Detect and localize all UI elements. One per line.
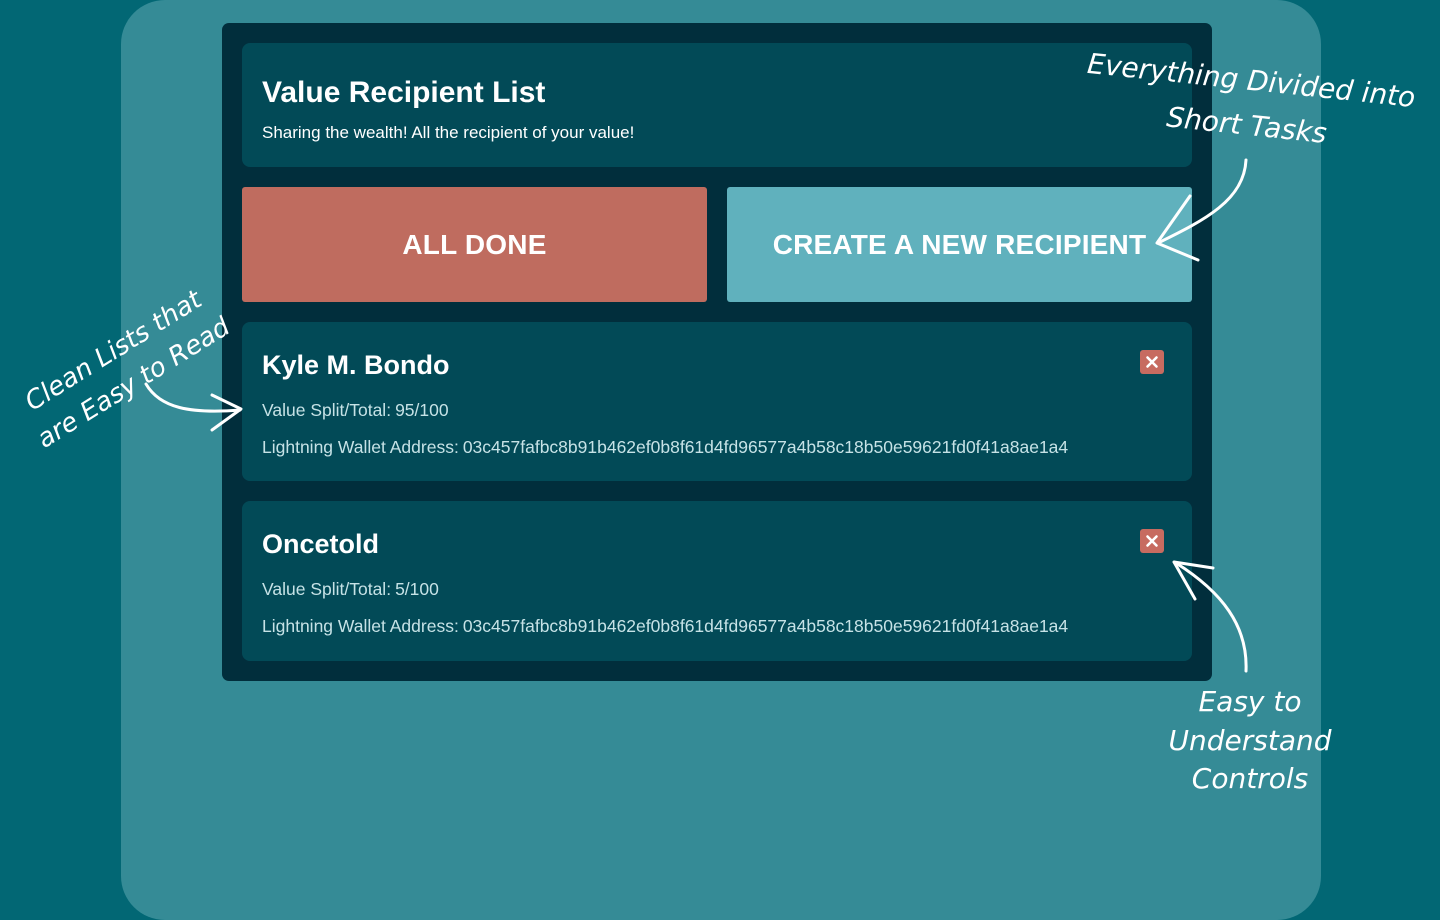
value-split-value: 5/100 (395, 579, 439, 599)
create-recipient-button[interactable]: CREATE A NEW RECIPIENT (727, 187, 1192, 302)
value-split-label: Value Split/Total: (262, 579, 392, 599)
annotation-easy-controls: Easy to Understand Controls (1150, 683, 1350, 799)
value-split-label: Value Split/Total: (262, 400, 392, 420)
wallet-address: Lightning Wallet Address: 03c457fafbc8b91… (262, 437, 1068, 458)
recipient-name: Kyle M. Bondo (262, 350, 450, 380)
recipient-name: Oncetold (262, 529, 380, 559)
all-done-button[interactable]: ALL DONE (242, 187, 707, 302)
value-split: Value Split/Total: 5/100 (262, 579, 439, 600)
value-split-value: 95/100 (395, 400, 449, 420)
recipient-card: Oncetold Value Split/Total: 5/100 Lightni… (242, 501, 1192, 661)
annotation-line: Easy to (1198, 685, 1302, 718)
value-split: Value Split/Total: 95/100 (262, 400, 449, 421)
wallet-address: Lightning Wallet Address: 03c457fafbc8b91… (262, 616, 1068, 637)
page-subtitle: Sharing the wealth! All the recipient of… (262, 123, 635, 142)
remove-recipient-button[interactable] (1140, 350, 1164, 374)
remove-recipient-button[interactable] (1140, 529, 1164, 553)
close-icon (1146, 356, 1158, 368)
wallet-address-label: Lightning Wallet Address: (262, 616, 459, 636)
wallet-address-value: 03c457fafbc8b91b462ef0b8f61d4fd96577a4b5… (462, 437, 1069, 457)
recipient-card: Kyle M. Bondo Value Split/Total: 95/100 L… (242, 322, 1192, 481)
page-title: Value Recipient List (262, 76, 546, 109)
header-card: Value Recipient List Sharing the wealth!… (242, 43, 1192, 167)
wallet-address-label: Lightning Wallet Address: (262, 437, 459, 457)
annotation-line: Understand (1168, 723, 1332, 757)
wallet-address-value: 03c457fafbc8b91b462ef0b8f61d4fd96577a4b5… (462, 616, 1069, 636)
annotation-line: Controls (1191, 762, 1309, 796)
close-icon (1146, 535, 1158, 547)
